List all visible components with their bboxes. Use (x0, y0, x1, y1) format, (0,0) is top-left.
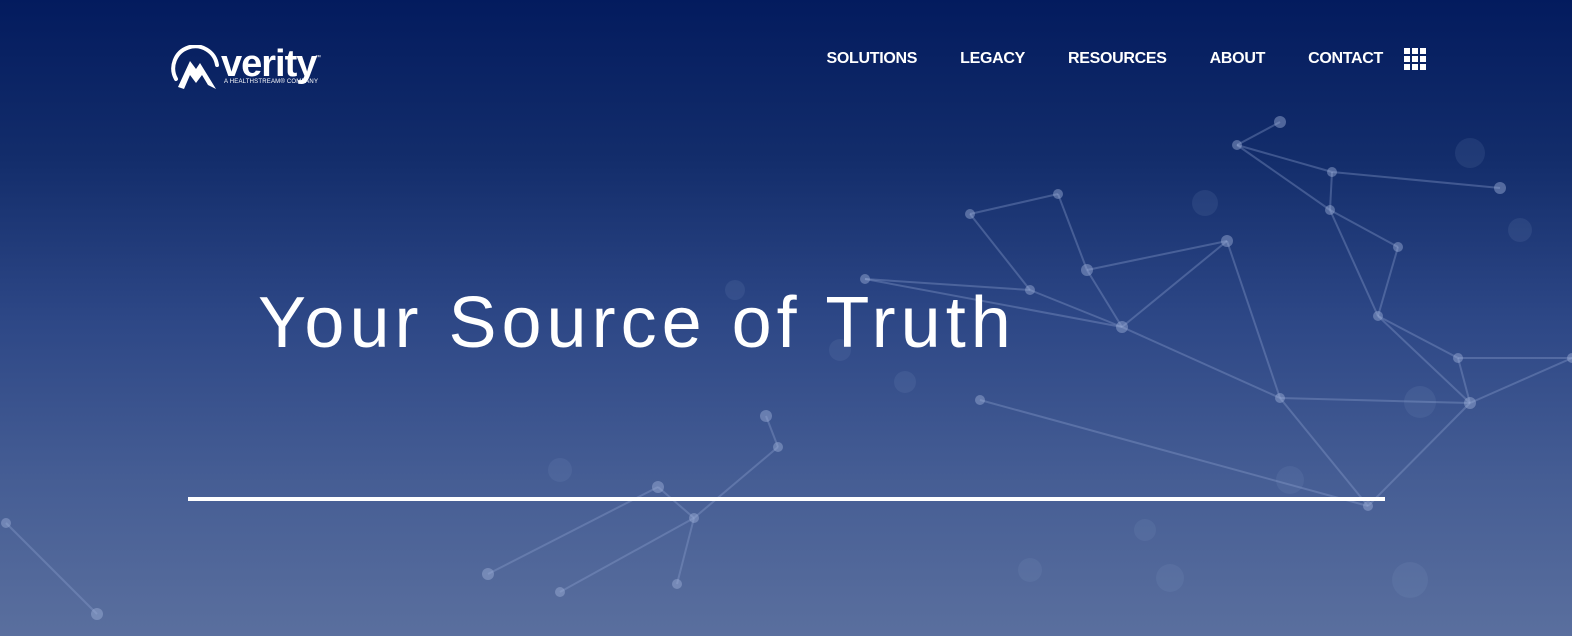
network-node (1464, 397, 1476, 409)
network-line (657, 486, 695, 519)
main-navigation: SOLUTIONS LEGACY RESOURCES ABOUT CONTACT (827, 48, 1426, 70)
network-blob (1404, 386, 1436, 418)
network-line (1236, 121, 1281, 146)
network-line (969, 193, 1059, 215)
network-node (652, 481, 664, 493)
network-node (1325, 205, 1335, 215)
network-node (1494, 182, 1506, 194)
network-line (1377, 246, 1399, 317)
hero-divider (188, 497, 1385, 501)
network-blob (1508, 218, 1532, 242)
network-line (1121, 326, 1281, 399)
hero-title: Your Source of Truth (258, 283, 1016, 363)
network-line (1377, 315, 1459, 359)
network-line (979, 399, 1369, 507)
logo-trademark: ™ (315, 55, 321, 61)
network-node (1393, 242, 1403, 252)
network-node (1453, 353, 1463, 363)
network-node (91, 608, 103, 620)
network-line (1329, 209, 1399, 248)
network-line (1329, 209, 1379, 317)
network-node (760, 410, 772, 422)
network-line (693, 446, 779, 519)
mountain-logo-icon (171, 45, 219, 89)
network-node (1567, 353, 1572, 363)
network-line (1057, 193, 1088, 271)
network-blob (1156, 564, 1184, 592)
network-line (1469, 357, 1572, 404)
network-line (1279, 397, 1471, 404)
nav-item-contact[interactable]: CONTACT (1308, 48, 1383, 70)
network-line (1226, 240, 1281, 399)
logo-tagline: A HEALTHSTREAM® COMPANY (224, 79, 319, 85)
nav-item-legacy[interactable]: LEGACY (960, 48, 1025, 70)
network-line (1331, 171, 1501, 189)
network-node (1232, 140, 1242, 150)
network-blob (1192, 190, 1218, 216)
network-line (1236, 144, 1331, 211)
network-line (1086, 240, 1228, 271)
network-node (1373, 311, 1383, 321)
network-node (1, 518, 11, 528)
network-node (975, 395, 985, 405)
verity-logo[interactable]: verity ™ A HEALTHSTREAM® COMPANY (170, 43, 340, 93)
network-line (676, 517, 695, 585)
network-node (773, 442, 783, 452)
network-node (1053, 189, 1063, 199)
network-node (1025, 285, 1035, 295)
network-node (1116, 321, 1128, 333)
network-node (1221, 235, 1233, 247)
network-line (1029, 289, 1123, 328)
network-node (1081, 264, 1093, 276)
nav-item-about[interactable]: ABOUT (1210, 48, 1266, 70)
network-node (965, 209, 975, 219)
network-line (1236, 144, 1333, 173)
network-node (689, 513, 699, 523)
network-blob (1276, 466, 1304, 494)
logo-wordmark: verity (221, 43, 317, 85)
network-line (1329, 171, 1333, 211)
site-header: verity ™ A HEALTHSTREAM® COMPANY SOLUTIO… (0, 0, 1572, 120)
network-line (1086, 269, 1123, 328)
network-node (1363, 501, 1373, 511)
network-blob (1018, 558, 1042, 582)
network-node (1275, 393, 1285, 403)
network-node (482, 568, 494, 580)
network-blob (1134, 519, 1156, 541)
network-line (1367, 402, 1471, 507)
network-blob (1455, 138, 1485, 168)
network-node (555, 587, 565, 597)
network-blob (1392, 562, 1428, 598)
grid-menu-icon[interactable] (1404, 48, 1426, 70)
network-blob (548, 458, 572, 482)
network-node (1327, 167, 1337, 177)
nav-item-solutions[interactable]: SOLUTIONS (827, 48, 918, 70)
network-line (5, 522, 98, 615)
network-node (672, 579, 682, 589)
network-blob (894, 371, 916, 393)
nav-item-resources[interactable]: RESOURCES (1068, 48, 1167, 70)
network-line (1121, 240, 1228, 328)
